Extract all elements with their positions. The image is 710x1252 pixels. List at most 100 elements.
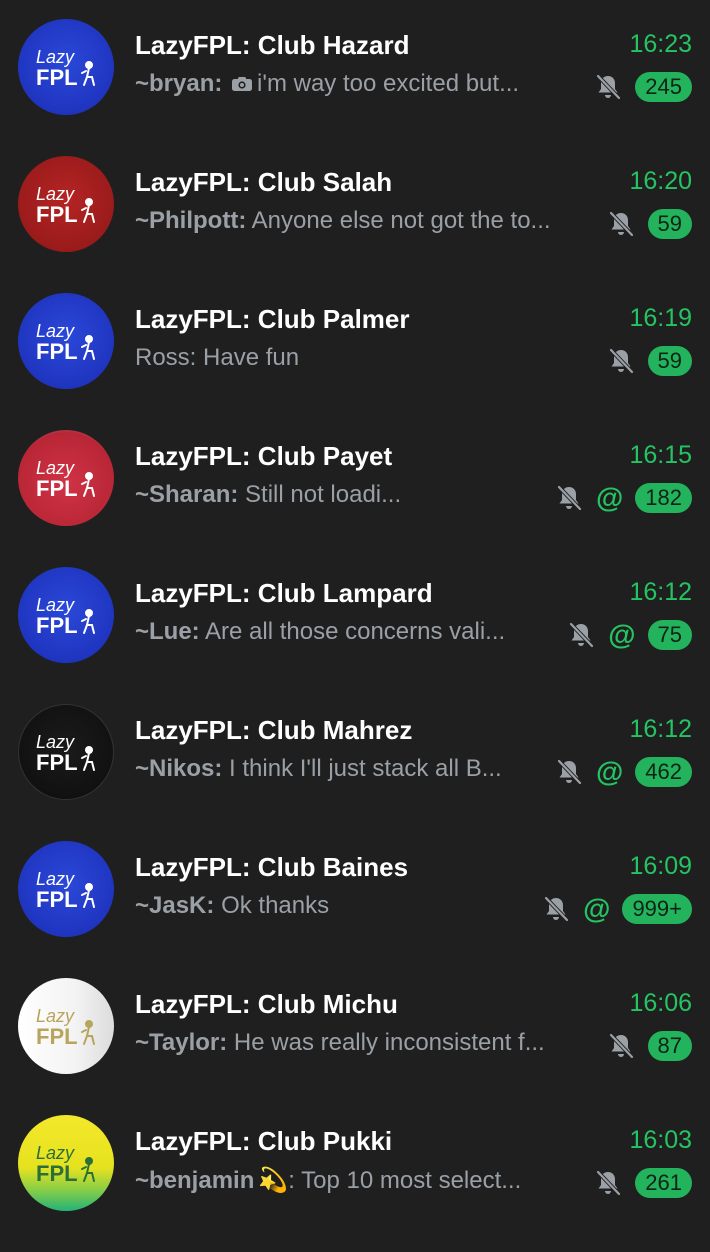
chat-time: 16:06 xyxy=(629,989,692,1017)
lazyfpl-logo-icon: Lazy FPL xyxy=(36,1006,95,1049)
svg-text:FPL: FPL xyxy=(36,1024,78,1049)
chat-title: LazyFPL: Club Payet xyxy=(135,441,393,471)
chat-meta: 245 xyxy=(593,72,692,102)
chat-row[interactable]: Lazy FPL LazyFPL: Club Payet 16:15 ~Shar… xyxy=(0,411,710,548)
chat-row[interactable]: Lazy FPL LazyFPL: Club Mahrez 16:12 ~Nik… xyxy=(0,685,710,822)
chat-time: 16:12 xyxy=(629,715,692,743)
message-text: Still not loadi... xyxy=(245,481,402,508)
chat-row[interactable]: Lazy FPL LazyFPL: Club Baines 16:09 ~Jas… xyxy=(0,822,710,959)
message-preview: ~bryan: i'm way too excited but... xyxy=(135,70,519,98)
svg-text:Lazy: Lazy xyxy=(36,595,75,615)
unread-count-badge: 182 xyxy=(635,483,692,513)
group-avatar[interactable]: Lazy FPL xyxy=(18,978,114,1074)
chat-meta: 59 xyxy=(606,346,692,376)
message-text: Anyone else not got the to... xyxy=(251,207,551,234)
chat-time: 16:09 xyxy=(629,852,692,880)
unread-count-badge: 59 xyxy=(647,346,692,376)
unread-count-badge: 87 xyxy=(647,1031,692,1061)
muted-bell-icon xyxy=(596,74,621,100)
message-text: I think I'll just stack all B... xyxy=(229,755,502,782)
message-text: i'm way too excited but... xyxy=(257,70,520,97)
group-avatar[interactable]: Lazy FPL xyxy=(18,704,114,800)
unread-count-badge: 462 xyxy=(635,757,692,787)
chat-meta: @ 462 xyxy=(554,757,692,787)
message-preview: ~JasK: Ok thanks xyxy=(135,892,329,920)
svg-text:FPL: FPL xyxy=(36,1161,78,1186)
lazyfpl-logo-icon: Lazy FPL xyxy=(36,458,95,501)
group-avatar[interactable]: Lazy FPL xyxy=(18,1115,114,1211)
lazyfpl-logo-icon: Lazy FPL xyxy=(36,595,95,638)
lazyfpl-logo-icon: Lazy FPL xyxy=(36,47,95,90)
muted-bell-icon xyxy=(544,896,569,922)
chat-row[interactable]: Lazy FPL LazyFPL: Club Lampard 16:12 ~Lu… xyxy=(0,548,710,685)
group-avatar[interactable]: Lazy FPL xyxy=(18,19,114,115)
group-avatar[interactable]: Lazy FPL xyxy=(18,156,114,252)
sender-name: ~bryan: xyxy=(135,70,223,97)
sender-name: ~JasK: xyxy=(135,892,215,919)
svg-text:FPL: FPL xyxy=(36,887,78,912)
svg-text:FPL: FPL xyxy=(36,202,78,227)
lazyfpl-logo-icon: Lazy FPL xyxy=(36,869,95,912)
message-preview: ~Lue: Are all those concerns vali... xyxy=(135,618,505,646)
group-avatar[interactable]: Lazy FPL xyxy=(18,293,114,389)
chat-meta: @ 75 xyxy=(566,620,692,650)
svg-text:FPL: FPL xyxy=(36,476,78,501)
lazyfpl-logo-icon: Lazy FPL xyxy=(36,184,95,227)
chat-meta: @ 182 xyxy=(554,483,692,513)
muted-bell-icon xyxy=(569,622,594,648)
muted-bell-icon xyxy=(609,211,633,237)
chat-time: 16:03 xyxy=(629,1126,692,1154)
message-text: Ross: Have fun xyxy=(135,344,300,371)
message-text: He was really inconsistent f... xyxy=(233,1029,545,1056)
chat-row[interactable]: Lazy FPL LazyFPL: Club Palmer 16:19 Ross… xyxy=(0,274,710,411)
mention-icon: @ xyxy=(608,619,636,650)
svg-text:Lazy: Lazy xyxy=(36,47,75,67)
muted-bell-icon xyxy=(557,485,582,511)
chat-meta: @ 999+ xyxy=(541,894,692,924)
muted-bell-icon xyxy=(609,348,633,374)
message-text: Are all those concerns vali... xyxy=(205,618,506,645)
chat-row[interactable]: Lazy FPL LazyFPL: Club Michu 16:06 ~Tayl… xyxy=(0,959,710,1096)
group-avatar[interactable]: Lazy FPL xyxy=(18,841,114,937)
message-text: Ok thanks xyxy=(221,892,330,919)
svg-text:FPL: FPL xyxy=(36,339,78,364)
message-preview: ~Taylor: He was really inconsistent f... xyxy=(135,1029,545,1057)
lazyfpl-logo-icon: Lazy FPL xyxy=(36,1143,95,1186)
sender-name: ~Lue: xyxy=(135,618,200,645)
svg-text:FPL: FPL xyxy=(36,65,78,90)
unread-count-badge: 59 xyxy=(647,209,692,239)
chat-time: 16:15 xyxy=(629,441,692,469)
sender-name: ~Philpott: xyxy=(135,207,247,234)
mention-icon: @ xyxy=(595,482,624,513)
chat-time: 16:12 xyxy=(629,578,692,606)
message-preview: ~Philpott: Anyone else not got the to... xyxy=(135,207,551,235)
message-preview: ~Nikos: I think I'll just stack all B... xyxy=(135,755,502,783)
chat-row[interactable]: Lazy FPL LazyFPL: Club Salah 16:20 ~Phil… xyxy=(0,137,710,274)
chat-title: LazyFPL: Club Michu xyxy=(135,989,398,1019)
svg-text:Lazy: Lazy xyxy=(36,732,75,752)
muted-bell-icon xyxy=(596,1170,621,1196)
message-preview: ~Sharan: Still not loadi... xyxy=(135,481,401,509)
message-preview: Ross: Have fun xyxy=(135,344,299,372)
sender-name: ~benjamin xyxy=(135,1167,255,1194)
svg-text:Lazy: Lazy xyxy=(36,184,75,204)
chat-title: LazyFPL: Club Baines xyxy=(135,852,409,882)
chat-row[interactable]: Lazy FPL LazyFPL: Club Hazard 16:23 ~bry… xyxy=(0,0,710,137)
group-avatar[interactable]: Lazy FPL xyxy=(18,430,114,526)
svg-text:Lazy: Lazy xyxy=(36,869,75,889)
chat-time: 16:20 xyxy=(629,167,692,195)
group-avatar[interactable]: Lazy FPL xyxy=(18,567,114,663)
chat-meta: 59 xyxy=(606,209,692,239)
sender-name: ~Nikos: xyxy=(135,755,223,782)
chat-row[interactable]: Lazy FPL LazyFPL: Club Pukki 16:03 ~benj… xyxy=(0,1096,710,1233)
unread-count-badge: 999+ xyxy=(622,894,692,924)
chat-title: LazyFPL: Club Hazard xyxy=(135,30,410,60)
chat-time: 16:23 xyxy=(629,30,692,58)
chat-meta: 261 xyxy=(593,1168,692,1198)
chat-title: LazyFPL: Club Palmer xyxy=(135,304,410,334)
svg-text:Lazy: Lazy xyxy=(36,1143,75,1163)
message-preview: ~benjamin 💫: Top 10 most select... xyxy=(135,1166,521,1195)
muted-bell-icon xyxy=(557,759,582,785)
svg-text:FPL: FPL xyxy=(36,750,78,775)
chat-title: LazyFPL: Club Mahrez xyxy=(135,715,413,745)
